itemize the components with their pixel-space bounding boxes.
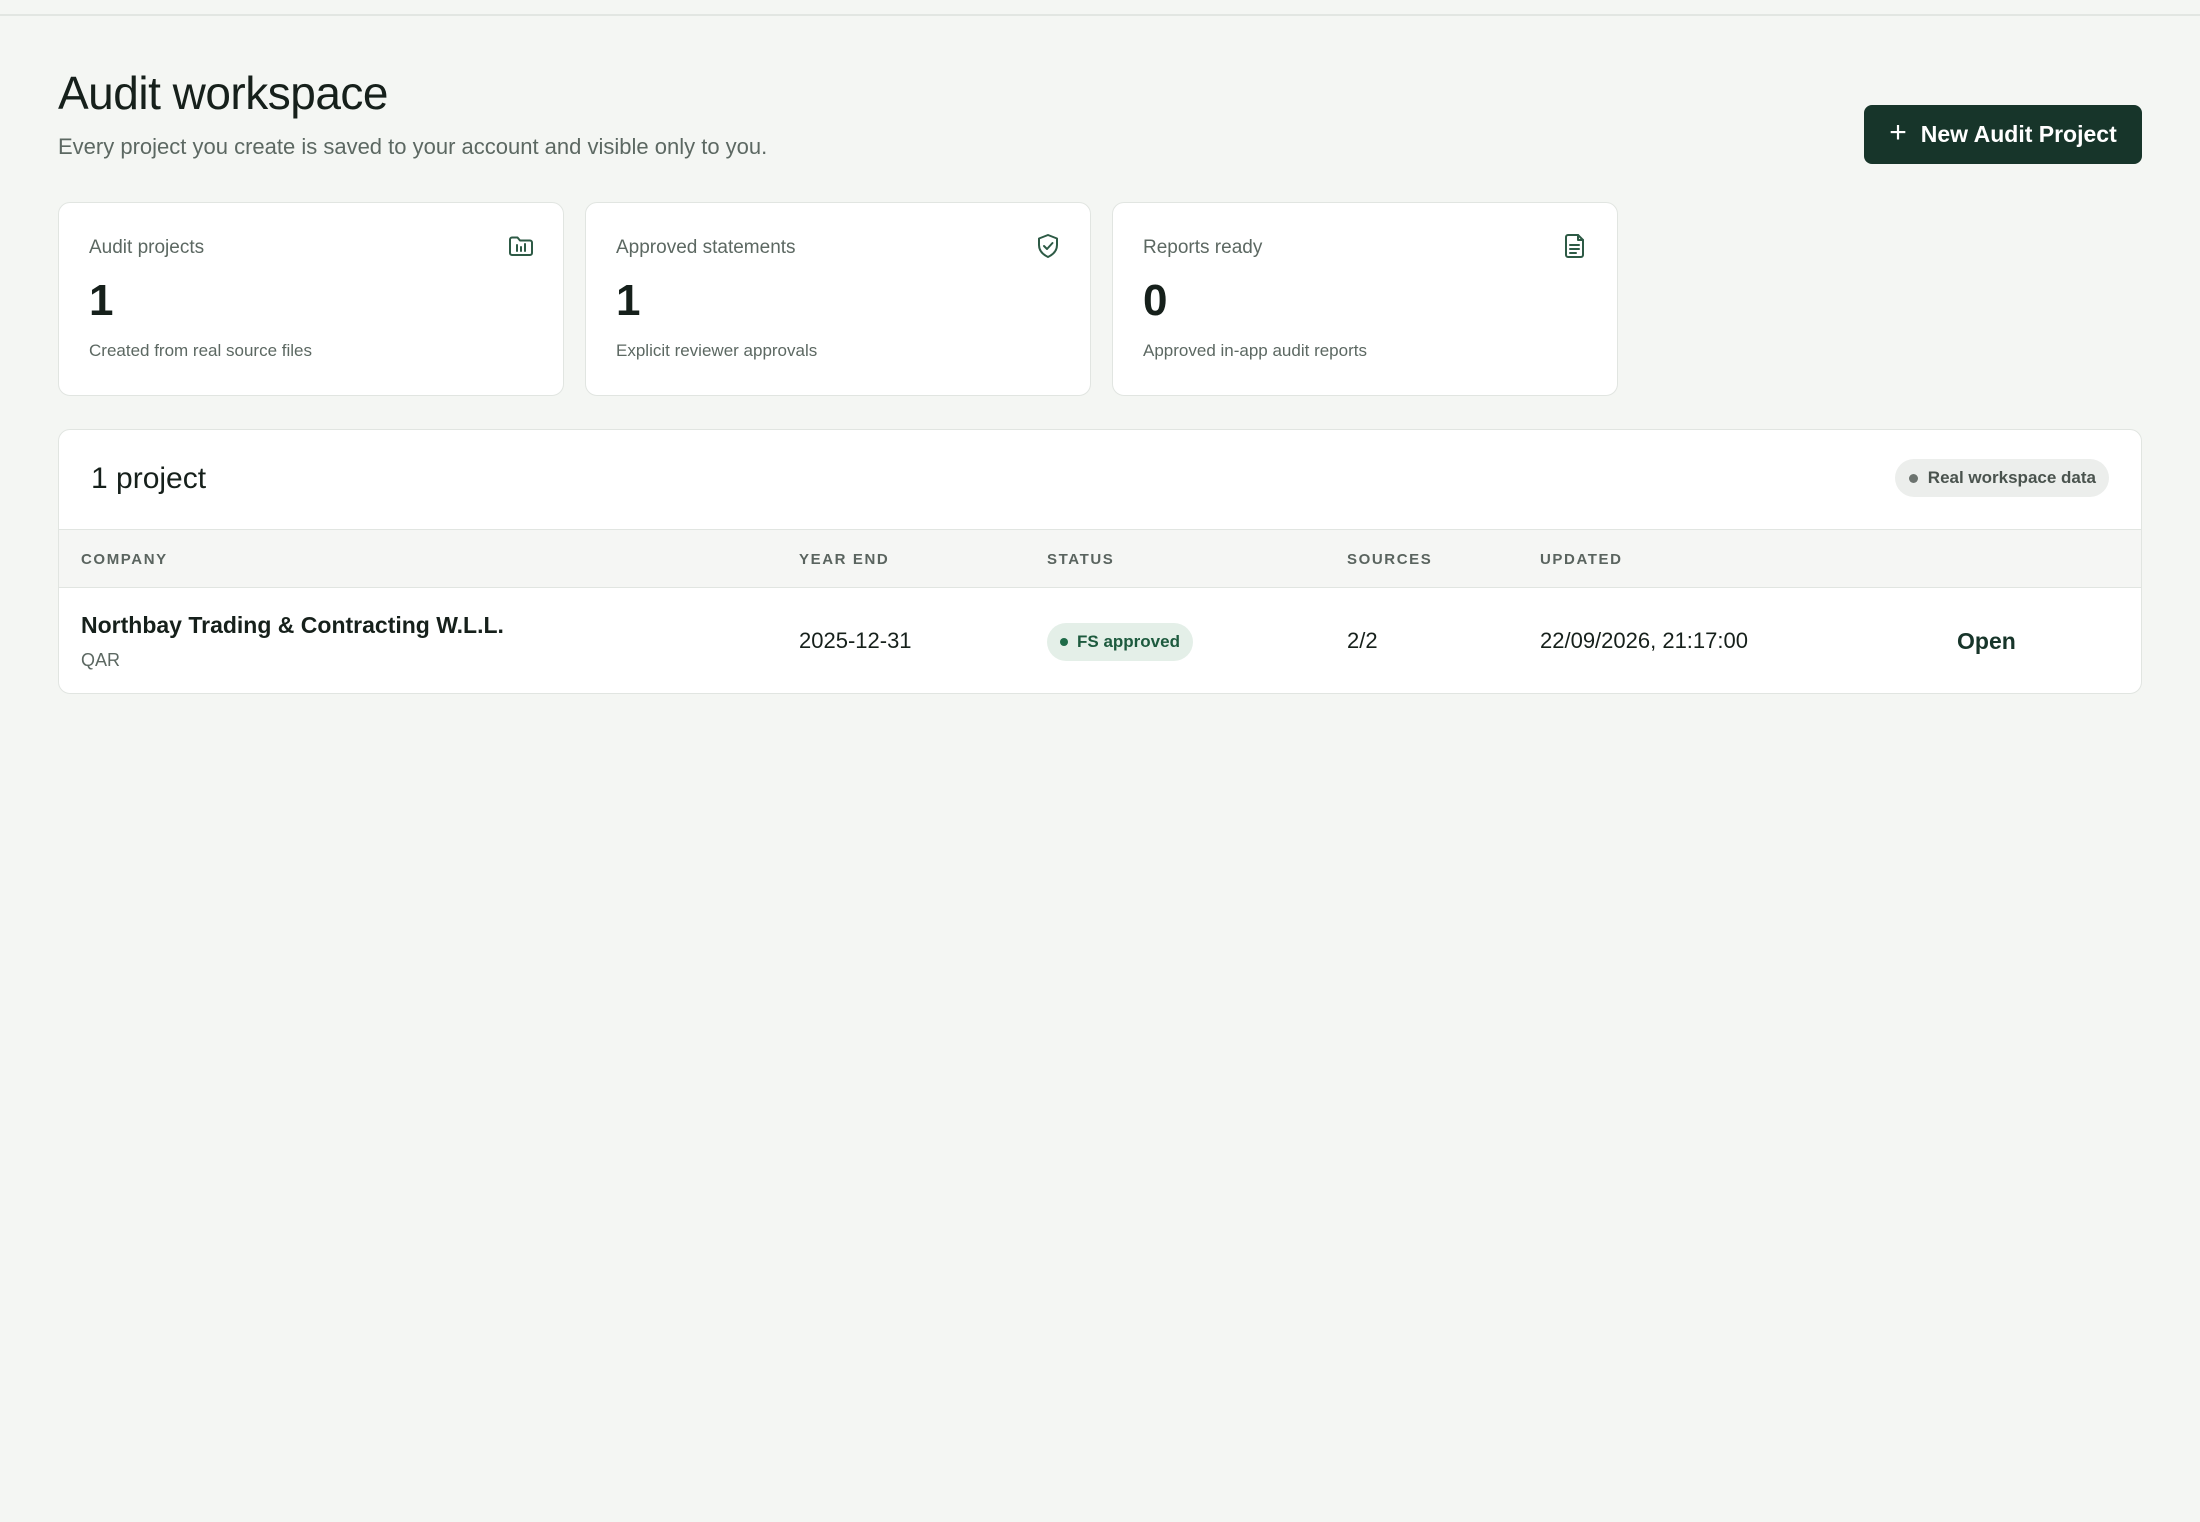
stat-value: 1 — [89, 276, 114, 325]
plus-icon: + — [1889, 116, 1907, 149]
table-row[interactable]: Northbay Trading & Contracting W.L.L. QA… — [59, 588, 2141, 693]
stats-cards: Audit projects 1 Created from real sourc… — [58, 202, 1618, 396]
page-header: Audit workspace Every project you create… — [58, 66, 2142, 166]
projects-panel-header: 1 project Real workspace data — [59, 430, 2141, 530]
stat-label: Approved statements — [616, 237, 796, 258]
page-subtitle: Every project you create is saved to you… — [58, 134, 768, 159]
top-bar — [0, 0, 2200, 16]
new-audit-project-button[interactable]: + New Audit Project — [1864, 105, 2142, 164]
stat-value: 1 — [616, 276, 641, 325]
stat-card-reports-ready: Reports ready 0 Approved in-app audit re… — [1112, 202, 1618, 396]
document-icon — [1561, 232, 1589, 260]
column-header-sources: SOURCES — [1347, 551, 1433, 568]
stat-label: Reports ready — [1143, 237, 1263, 258]
status-badge-label: FS approved — [1077, 632, 1180, 651]
column-header-status: STATUS — [1047, 551, 1115, 568]
new-audit-project-label: New Audit Project — [1920, 121, 2117, 147]
company-name: Northbay Trading & Contracting W.L.L. — [81, 612, 504, 638]
company-currency: QAR — [81, 650, 121, 670]
projects-count-title: 1 project — [91, 462, 207, 495]
stat-card-approved-statements: Approved statements 1 Explicit reviewer … — [585, 202, 1091, 396]
workspace-data-badge: Real workspace data — [1894, 459, 2109, 497]
status-badge: FS approved — [1047, 623, 1193, 661]
stat-card-audit-projects: Audit projects 1 Created from real sourc… — [58, 202, 564, 396]
stat-description: Explicit reviewer approvals — [616, 341, 818, 360]
column-header-year-end: YEAR END — [799, 551, 890, 568]
stat-value: 0 — [1143, 276, 1168, 325]
projects-panel: 1 project Real workspace data COMPANY YE… — [58, 429, 2142, 694]
stat-label: Audit projects — [89, 237, 205, 258]
folder-chart-icon — [507, 232, 535, 260]
stat-description: Approved in-app audit reports — [1143, 341, 1367, 360]
workspace-data-badge-label: Real workspace data — [1927, 468, 2096, 487]
column-header-updated: UPDATED — [1540, 551, 1623, 568]
badge-dot-icon — [1908, 473, 1918, 483]
status-dot-icon — [1060, 638, 1068, 646]
projects-table-header: COMPANY YEAR END STATUS SOURCES UPDATED — [59, 530, 2141, 588]
page-title: Audit workspace — [58, 67, 389, 119]
shield-check-icon — [1034, 232, 1062, 260]
sources-cell: 2/2 — [1347, 628, 1378, 653]
open-project-link[interactable]: Open — [1957, 628, 2016, 655]
updated-cell: 22/09/2026, 21:17:00 — [1540, 628, 1748, 653]
year-end-cell: 2025-12-31 — [799, 628, 912, 653]
stat-description: Created from real source files — [89, 341, 312, 360]
column-header-company: COMPANY — [81, 551, 168, 568]
